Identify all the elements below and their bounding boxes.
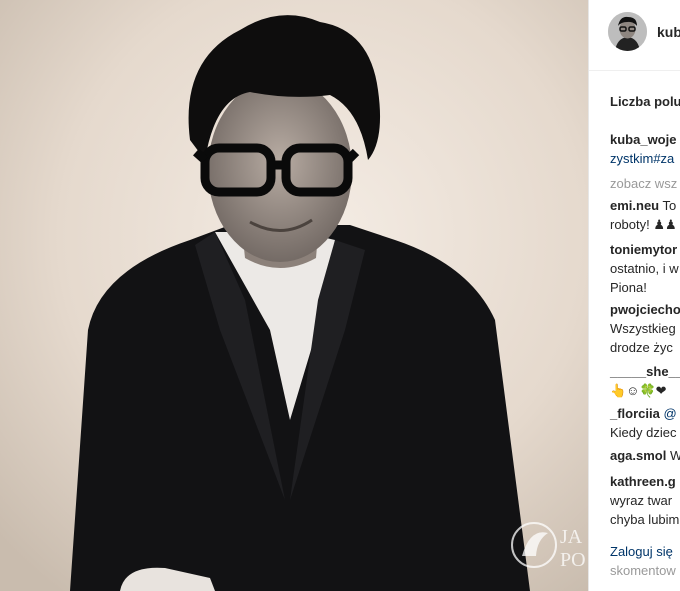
comment-username[interactable]: aga.smol xyxy=(610,448,666,463)
portrait-image: JA PO xyxy=(0,0,588,591)
post-photo[interactable]: JA PO xyxy=(0,0,588,591)
caption-hashtags[interactable]: zystkim#za xyxy=(610,149,676,168)
likes-count[interactable]: Liczba polu xyxy=(610,94,680,109)
comment-item: toniemytor ostatnio, i w Piona! xyxy=(610,240,679,297)
login-prompt: Zaloguj się skomentow xyxy=(610,542,676,580)
comment-text: Wszystkieg xyxy=(610,321,676,336)
comment-mention[interactable]: @ xyxy=(660,406,676,421)
comment-text: To xyxy=(659,198,677,213)
avatar-icon xyxy=(608,12,647,51)
comment-text: chyba lubim xyxy=(610,512,680,527)
comment-text: drodze życ xyxy=(610,340,673,355)
caption: kuba_woje zystkim#za xyxy=(610,130,676,168)
comment-text: wyraz twar xyxy=(610,493,673,508)
login-link[interactable]: Zaloguj się xyxy=(610,544,673,559)
comment-item: _____she__ 👆☺🍀❤ xyxy=(610,362,680,400)
comment-username[interactable]: pwojciecho xyxy=(610,302,680,317)
comment-item: emi.neu To roboty! ♟♟ xyxy=(610,196,677,234)
comment-text: W xyxy=(669,448,680,463)
login-prompt-text: skomentow xyxy=(610,563,676,578)
comment-item: kathreen.g wyraz twar chyba lubim xyxy=(610,472,679,529)
see-all-comments-link[interactable]: zobacz wsz xyxy=(610,176,677,191)
comment-username[interactable]: toniemytor xyxy=(610,242,677,257)
watermark-text-2: PO xyxy=(560,549,586,571)
comment-username[interactable]: _____she__ xyxy=(610,364,680,379)
watermark-text-1: JA xyxy=(560,526,583,548)
post-sidebar: kuba Liczba polu kuba_woje zystkim#za zo… xyxy=(589,0,680,591)
comment-username[interactable]: kathreen.g xyxy=(610,474,676,489)
comment-text: Kiedy dziec xyxy=(610,425,677,440)
owner-username[interactable]: kuba xyxy=(657,24,680,40)
comment-item: aga.smol W xyxy=(610,446,680,465)
comment-text: roboty! ♟♟ xyxy=(610,217,677,232)
post-header: kuba xyxy=(589,0,680,71)
comment-item: pwojciecho Wszystkieg drodze życ xyxy=(610,300,680,357)
comment-text: Piona! xyxy=(610,280,647,295)
comment-username[interactable]: _florciia xyxy=(610,406,660,421)
comment-item: _florciia @ Kiedy dziec xyxy=(610,404,677,442)
comment-text: ostatnio, i w xyxy=(610,261,679,276)
comment-username[interactable]: emi.neu xyxy=(610,198,659,213)
owner-avatar[interactable] xyxy=(608,12,647,51)
comment-emoji: 👆☺🍀❤ xyxy=(610,383,667,398)
caption-username[interactable]: kuba_woje xyxy=(610,130,676,149)
